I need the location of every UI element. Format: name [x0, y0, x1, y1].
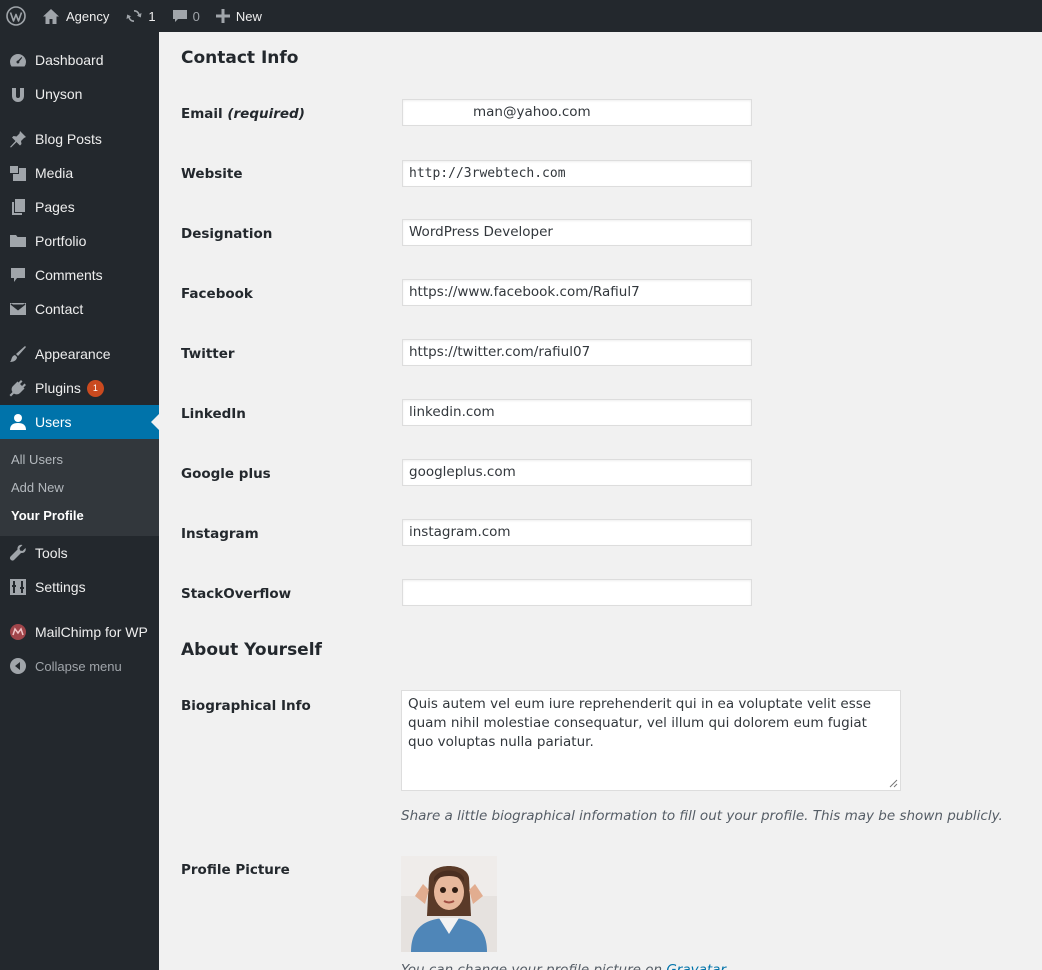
bio-text: Quis autem vel eum iure reprehenderit qu…	[408, 696, 872, 750]
profile-picture-label: Profile Picture	[181, 862, 290, 878]
sidebar-item-comments[interactable]: Comments	[0, 258, 159, 292]
plus-icon	[215, 9, 230, 23]
gravatar-note: You can change your profile picture on G…	[401, 962, 726, 970]
sidebar-item-mailchimp[interactable]: MailChimp for WP	[0, 615, 159, 649]
comments-link[interactable]: 0	[164, 0, 208, 32]
submenu-item-all-users[interactable]: All Users	[0, 446, 159, 474]
sidebar-item-dashboard[interactable]: Dashboard	[0, 43, 159, 77]
gravatar-link[interactable]: Gravatar	[666, 962, 726, 970]
comment-icon	[8, 265, 28, 285]
envelope-icon	[8, 299, 28, 319]
stackoverflow-field[interactable]	[402, 579, 752, 606]
sidebar-item-media[interactable]: Media	[0, 156, 159, 190]
admin-sidebar: Dashboard Unyson Blog Posts Media Pages …	[0, 32, 159, 970]
sidebar-item-blog-posts[interactable]: Blog Posts	[0, 122, 159, 156]
sidebar-item-tools[interactable]: Tools	[0, 536, 159, 570]
sidebar-item-appearance[interactable]: Appearance	[0, 337, 159, 371]
updates-count: 1	[148, 8, 156, 24]
plugins-update-badge: 1	[86, 379, 104, 397]
sidebar-item-label: Portfolio	[35, 233, 87, 249]
twitter-field[interactable]: https://twitter.com/rafiul07	[402, 339, 752, 366]
sidebar-item-label: Contact	[35, 301, 84, 317]
folder-icon	[8, 231, 28, 251]
sidebar-item-users[interactable]: Users	[0, 405, 159, 439]
sidebar-item-pages[interactable]: Pages	[0, 190, 159, 224]
comments-count: 0	[192, 8, 200, 24]
facebook-label: Facebook	[181, 286, 253, 302]
admin-bar: Agency 1 0 New	[0, 0, 1042, 32]
sidebar-item-plugins[interactable]: Plugins 1	[0, 371, 159, 405]
comment-bubble-icon	[172, 8, 188, 24]
user-icon	[8, 412, 28, 432]
twitter-label: Twitter	[181, 346, 235, 362]
sidebar-item-label: Media	[35, 165, 74, 181]
updates-link[interactable]: 1	[117, 0, 163, 32]
updates-icon	[125, 7, 143, 25]
home-icon	[42, 8, 60, 25]
contact-info-heading: Contact Info	[181, 48, 299, 68]
media-icon	[8, 163, 28, 183]
bio-description: Share a little biographical information …	[401, 808, 1003, 824]
instagram-field[interactable]: instagram.com	[402, 519, 752, 546]
designation-label: Designation	[181, 226, 273, 242]
sidebar-item-settings[interactable]: Settings	[0, 570, 159, 604]
submenu-item-your-profile[interactable]: Your Profile	[0, 502, 159, 530]
sidebar-item-label: Comments	[35, 267, 103, 283]
mailchimp-icon	[8, 622, 28, 642]
profile-avatar	[401, 856, 497, 952]
linkedin-field[interactable]: linkedin.com	[402, 399, 752, 426]
new-content-link[interactable]: New	[208, 0, 270, 32]
email-field[interactable]: man@yahoo.com	[402, 99, 752, 126]
pages-icon	[8, 197, 28, 217]
instagram-label: Instagram	[181, 526, 259, 542]
website-field[interactable]: http://3rwebtech.com	[402, 160, 752, 187]
sidebar-item-label: MailChimp for WP	[35, 624, 148, 640]
unyson-icon	[8, 84, 28, 104]
googleplus-field[interactable]: googleplus.com	[402, 459, 752, 486]
sidebar-item-label: Pages	[35, 199, 75, 215]
site-name: Agency	[66, 8, 110, 24]
profile-content: Contact Info Email (required) man@yahoo.…	[159, 32, 1042, 970]
submenu-item-add-new[interactable]: Add New	[0, 474, 159, 502]
sidebar-item-label: Unyson	[35, 86, 83, 102]
stackoverflow-label: StackOverflow	[181, 586, 292, 602]
bio-label: Biographical Info	[181, 698, 311, 714]
website-label: Website	[181, 166, 243, 182]
sidebar-item-label: Dashboard	[35, 52, 104, 68]
sidebar-item-label: Plugins	[35, 380, 81, 396]
email-label: Email (required)	[181, 106, 305, 122]
linkedin-label: LinkedIn	[181, 406, 246, 422]
resize-grip-icon[interactable]	[889, 779, 898, 788]
googleplus-label: Google plus	[181, 466, 271, 482]
sidebar-item-label: Settings	[35, 579, 86, 595]
sidebar-item-contact[interactable]: Contact	[0, 292, 159, 326]
sidebar-item-label: Blog Posts	[35, 131, 102, 147]
wrench-icon	[8, 543, 28, 563]
sidebar-item-portfolio[interactable]: Portfolio	[0, 224, 159, 258]
new-label: New	[235, 8, 262, 24]
users-submenu: All Users Add New Your Profile	[0, 439, 159, 536]
pin-icon	[8, 129, 28, 149]
sidebar-item-label: Collapse menu	[35, 658, 122, 674]
site-name-link[interactable]: Agency	[34, 0, 117, 32]
required-note: (required)	[227, 106, 305, 122]
sidebar-item-unyson[interactable]: Unyson	[0, 77, 159, 111]
sidebar-item-label: Tools	[35, 545, 68, 561]
dashboard-icon	[8, 50, 28, 70]
sidebar-item-label: Users	[35, 414, 72, 430]
collapse-menu-button[interactable]: Collapse menu	[0, 649, 159, 683]
designation-field[interactable]: WordPress Developer	[402, 219, 752, 246]
brush-icon	[8, 344, 28, 364]
facebook-field[interactable]: https://www.facebook.com/Rafiul7	[402, 279, 752, 306]
sidebar-item-label: Appearance	[35, 346, 111, 362]
settings-icon	[8, 577, 28, 597]
collapse-icon	[8, 656, 28, 676]
wordpress-logo-icon[interactable]	[0, 0, 34, 32]
about-yourself-heading: About Yourself	[181, 640, 322, 660]
bio-textarea[interactable]: Quis autem vel eum iure reprehenderit qu…	[401, 690, 901, 791]
plug-icon	[8, 378, 28, 398]
